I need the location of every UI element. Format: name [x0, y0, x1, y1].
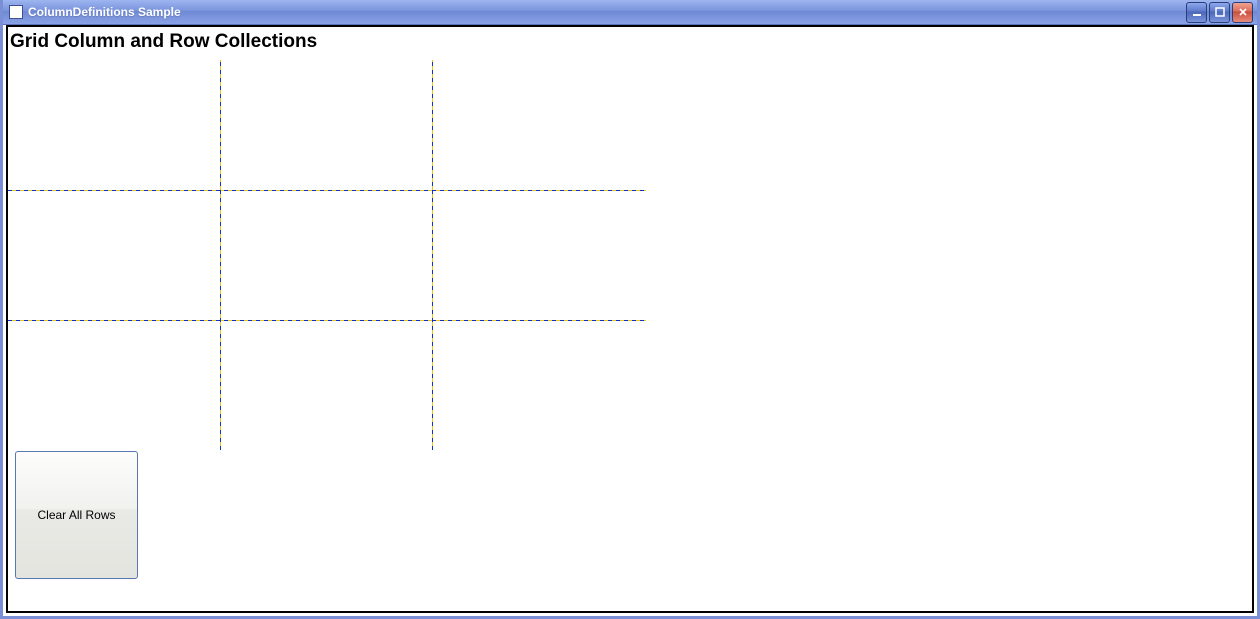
page-title: Grid Column and Row Collections	[8, 27, 1252, 55]
minimize-icon	[1192, 7, 1202, 17]
close-button[interactable]	[1232, 2, 1253, 23]
window-title: ColumnDefinitions Sample	[28, 5, 1186, 19]
window-frame: ColumnDefinitions Sample Grid Column and…	[0, 0, 1260, 619]
close-icon	[1238, 7, 1248, 17]
grid-preview	[8, 60, 646, 450]
maximize-button[interactable]	[1209, 2, 1230, 23]
app-icon	[9, 5, 23, 19]
maximize-icon	[1215, 7, 1225, 17]
grid-row-divider	[8, 320, 646, 321]
grid-column-divider	[432, 60, 433, 450]
minimize-button[interactable]	[1186, 2, 1207, 23]
window-controls	[1186, 2, 1253, 23]
clear-all-rows-button[interactable]: Clear All Rows	[15, 451, 138, 579]
titlebar[interactable]: ColumnDefinitions Sample	[3, 0, 1257, 25]
client-area: Grid Column and Row Collections Clear Al…	[6, 25, 1254, 613]
grid-column-divider	[220, 60, 221, 450]
grid-row-divider	[8, 190, 646, 191]
